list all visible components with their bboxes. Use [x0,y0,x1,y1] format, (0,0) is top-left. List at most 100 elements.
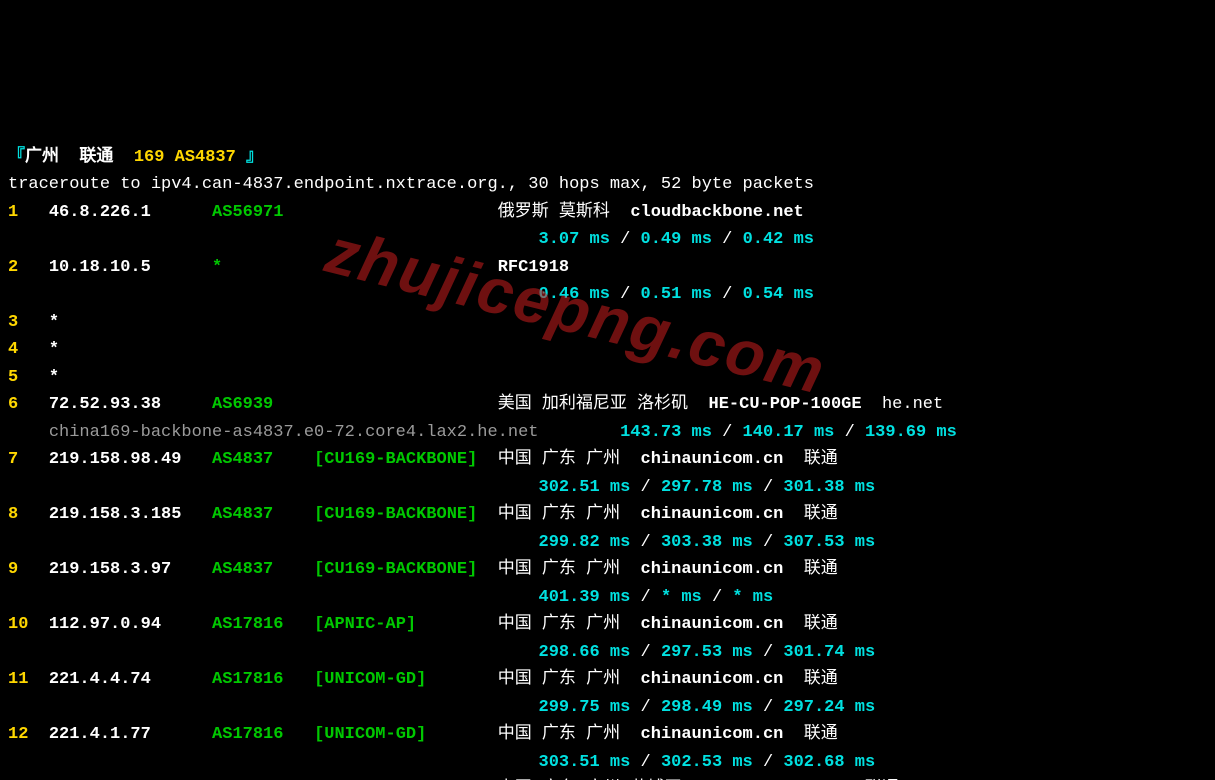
hop-tag: [CU169-BACKBONE] [314,450,498,469]
sep: / [753,478,784,497]
hop-asn: AS56971 [212,203,314,222]
hop-isp: 联通 [783,450,837,469]
sep: / [630,588,661,607]
header-bracket-open: 『 [8,148,25,167]
header-asn: AS4837 [175,148,236,167]
hop-latency-1: 299.82 ms [539,533,631,552]
hop-number: 11 [8,670,49,689]
hop-reverse-dns: china169-backbone-as4837.e0-72.core4.lax… [49,423,620,442]
hop-latency-1: 302.51 ms [539,478,631,497]
hop-ip: 72.52.93.38 [49,395,212,414]
hop-latency-2: 303.38 ms [661,533,753,552]
sep: / [753,698,784,717]
hop-host: chinaunicom.cn [641,725,784,744]
header-isp: 联通 [79,148,113,167]
hop-host: chinaunicom.cn [641,450,784,469]
hop-number: 2 [8,258,49,277]
hop-ip: 219.158.3.185 [49,505,212,524]
hop-latency-2: 0.49 ms [641,230,712,249]
hop-asn: AS17816 [212,615,314,634]
hop-latency-3: 297.24 ms [783,698,875,717]
hop-number: 4 [8,340,49,359]
hop-latency-1: 143.73 ms [620,423,712,442]
hop-latency-3: 301.38 ms [783,478,875,497]
sep: / [630,533,661,552]
sep: / [610,285,641,304]
sep: / [630,643,661,662]
hop-isp: 联通 [783,560,837,579]
sep: / [712,285,743,304]
hop-ip: * [49,313,212,332]
hop-host: chinaunicom.cn [641,560,784,579]
hop-latency-1: 0.46 ms [539,285,610,304]
hop-tag: [CU169-BACKBONE] [314,560,498,579]
hop-latency-2: 140.17 ms [743,423,835,442]
hop-ip: 112.97.0.94 [49,615,212,634]
hop-location: 美国 加利福尼亚 洛杉矶 [498,395,709,414]
sep: / [753,533,784,552]
hop-latency-3: 307.53 ms [783,533,875,552]
hop-latency-1: 299.75 ms [539,698,631,717]
hop-ip: 219.158.3.97 [49,560,212,579]
hop-location: 中国 广东 广州 [498,505,641,524]
hop-host: RFC1918 [498,258,569,277]
hop-number: 1 [8,203,49,222]
hop-asn: AS4837 [212,450,314,469]
hop-location: 俄罗斯 莫斯科 [498,203,631,222]
hop-latency-1: 303.51 ms [539,753,631,772]
hop-isp: 联通 [783,670,837,689]
terminal-output: 『广州 联通 169 AS4837 』 traceroute to ipv4.c… [0,138,1215,780]
hop-latency-3: * ms [732,588,773,607]
hop-location: 中国 广东 广州 [498,615,641,634]
hop-number: 5 [8,368,49,387]
hop-ip: 46.8.226.1 [49,203,212,222]
sep: / [630,698,661,717]
sep: / [712,423,743,442]
hop-asn: AS17816 [212,670,314,689]
hop-ip: 221.4.4.74 [49,670,212,689]
header-bracket-close: 』 [246,148,263,167]
hop-host: chinaunicom.cn [641,670,784,689]
hop-latency-1: 298.66 ms [539,643,631,662]
hop-latency-2: 297.78 ms [661,478,753,497]
hop-location: 中国 广东 广州 [498,725,641,744]
hop-ip: * [49,340,212,359]
hop-latency-2: * ms [661,588,702,607]
command-line: traceroute to ipv4.can-4837.endpoint.nxt… [8,175,814,194]
sep: / [610,230,641,249]
hop-number: 8 [8,505,49,524]
sep: / [834,423,865,442]
hop-tag: [UNICOM-GD] [314,670,498,689]
hop-isp: 联通 [783,725,837,744]
hop-asn: * [212,258,314,277]
hop-ip: 10.18.10.5 [49,258,212,277]
hop-location: 中国 广东 广州 [498,450,641,469]
sep: / [753,753,784,772]
hop-host: chinaunicom.cn [641,505,784,524]
hop-asn: AS4837 [212,560,314,579]
hop-tag: [APNIC-AP] [314,615,498,634]
header-city: 广州 [25,148,59,167]
hop-asn: AS6939 [212,395,314,414]
hop-asn: AS4837 [212,505,314,524]
hop-host: chinaunicom.cn [641,615,784,634]
hop-latency-2: 0.51 ms [641,285,712,304]
hop-latency-2: 302.53 ms [661,753,753,772]
hop-isp: he.net [862,395,944,414]
hop-location: 中国 广东 广州 [498,670,641,689]
hop-number: 10 [8,615,49,634]
hop-latency-1: 3.07 ms [539,230,610,249]
sep: / [630,753,661,772]
hop-isp: 联通 [783,615,837,634]
sep: / [712,230,743,249]
header-route: 169 [134,148,165,167]
hop-tag: [UNICOM-GD] [314,725,498,744]
hop-host: cloudbackbone.net [630,203,803,222]
sep: / [753,643,784,662]
hop-number: 3 [8,313,49,332]
hop-tag: [CU169-BACKBONE] [314,505,498,524]
hop-latency-1: 401.39 ms [539,588,631,607]
hop-isp: 联通 [783,505,837,524]
hop-number: 6 [8,395,49,414]
hop-number: 12 [8,725,49,744]
